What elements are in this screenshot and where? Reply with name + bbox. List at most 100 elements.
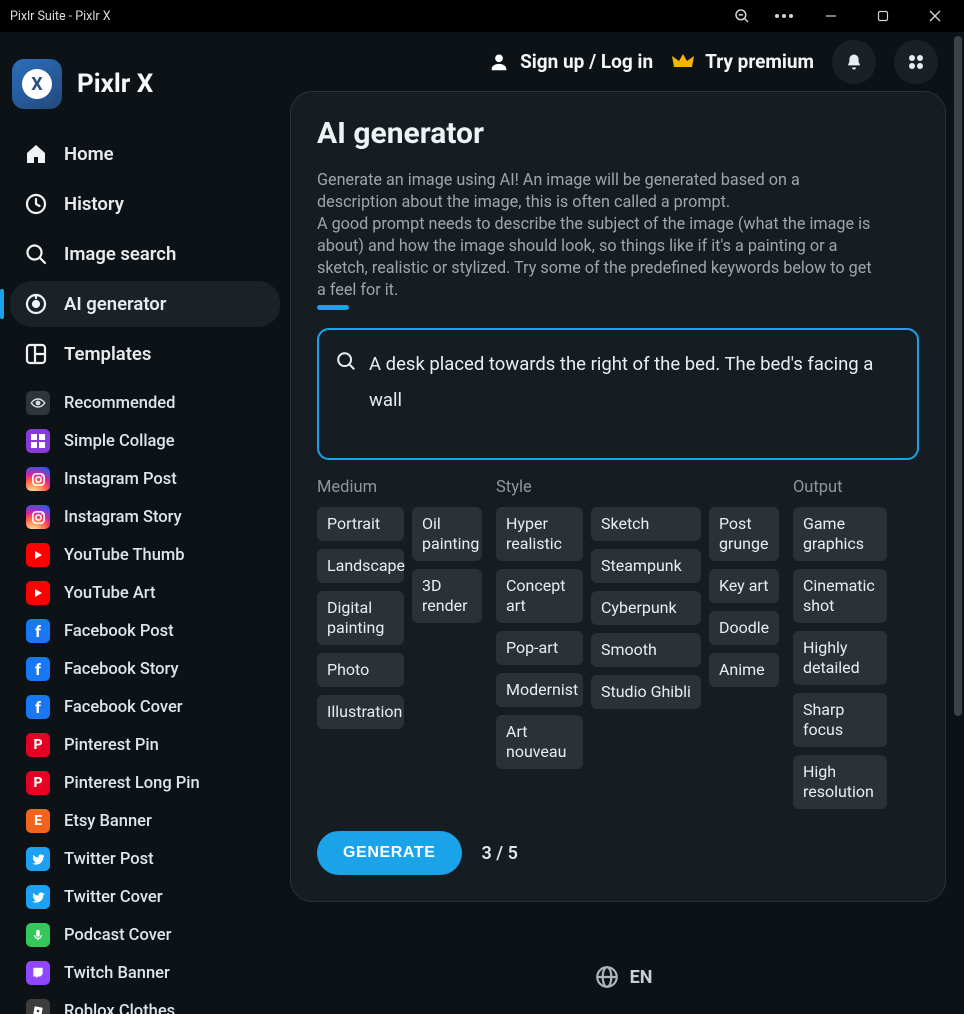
- template-item[interactable]: Twitch Banner: [20, 954, 280, 992]
- keyword-tag[interactable]: Sketch: [591, 507, 701, 541]
- tw-icon: [26, 847, 50, 871]
- template-label: YouTube Thumb: [64, 546, 185, 565]
- nav-item-label: Home: [64, 143, 114, 165]
- user-icon: [488, 51, 510, 73]
- keyword-tag[interactable]: Cinematic shot: [793, 569, 887, 623]
- template-item[interactable]: f Facebook Post: [20, 612, 280, 650]
- nav-item-home[interactable]: Home: [10, 131, 280, 177]
- prompt-input[interactable]: A desk placed towards the right of the b…: [317, 328, 919, 460]
- keyword-tag[interactable]: Sharp focus: [793, 693, 887, 747]
- keyword-tag[interactable]: Anime: [709, 653, 779, 687]
- keyword-tag[interactable]: Studio Ghibli: [591, 675, 701, 709]
- keyword-tag[interactable]: Photo: [317, 653, 404, 687]
- keyword-tag[interactable]: Post grunge: [709, 507, 779, 561]
- apps-button[interactable]: [894, 40, 938, 84]
- template-label: Facebook Cover: [64, 698, 183, 717]
- ig-icon: [26, 505, 50, 529]
- keyword-tag[interactable]: Highly detailed: [793, 631, 887, 685]
- keyword-tag[interactable]: Concept art: [496, 569, 583, 623]
- keyword-tag[interactable]: Game graphics: [793, 507, 887, 561]
- keyword-tag[interactable]: Smooth: [591, 633, 701, 667]
- template-item[interactable]: fFacebook Story: [20, 650, 280, 688]
- template-label: Roblox Clothes: [64, 1002, 175, 1014]
- nav-item-label: AI generator: [64, 293, 166, 315]
- keyword-tag[interactable]: Art nouveau: [496, 715, 583, 769]
- template-item[interactable]: Instagram Story: [20, 498, 280, 536]
- keyword-tag[interactable]: Doodle: [709, 611, 779, 645]
- template-item[interactable]: YouTube Thumb: [20, 536, 280, 574]
- tw-icon: [26, 885, 50, 909]
- template-item[interactable]: PPinterest Long Pin: [20, 764, 280, 802]
- template-label: Twitter Cover: [64, 888, 163, 907]
- template-item[interactable]: Simple Collage: [20, 422, 280, 460]
- template-item[interactable]: Roblox Clothes: [20, 992, 280, 1014]
- template-item[interactable]: Recommended: [20, 384, 280, 422]
- template-label: Twitter Post: [64, 850, 154, 869]
- keyword-tag[interactable]: High resolution: [793, 755, 887, 809]
- keyword-tag[interactable]: Cyberpunk: [591, 591, 701, 625]
- keyword-tag[interactable]: Hyper realistic: [496, 507, 583, 561]
- keyword-tag[interactable]: Key art: [709, 569, 779, 603]
- generate-button[interactable]: GENERATE: [317, 831, 462, 875]
- keyword-tag[interactable]: Oil painting: [412, 507, 482, 561]
- clock-icon: [24, 192, 48, 216]
- template-label: Facebook Story: [64, 660, 179, 679]
- nav-item-history[interactable]: History: [10, 181, 280, 227]
- template-item[interactable]: PPinterest Pin: [20, 726, 280, 764]
- notifications-button[interactable]: [832, 40, 876, 84]
- panel-description-2: A good prompt needs to describe the subj…: [317, 213, 877, 301]
- template-label: Recommended: [64, 394, 175, 413]
- keyword-tag[interactable]: Digital painting: [317, 591, 404, 645]
- apps-grid-icon: [907, 53, 925, 71]
- keyword-tag[interactable]: Modernist: [496, 673, 583, 707]
- keyword-tag[interactable]: Steampunk: [591, 549, 701, 583]
- template-label: Facebook Post: [64, 622, 174, 641]
- keyword-tag[interactable]: 3D render: [412, 569, 482, 623]
- template-label: Instagram Story: [64, 508, 182, 527]
- eye-icon: [26, 391, 50, 415]
- template-item[interactable]: Instagram Post: [20, 460, 280, 498]
- more-icon[interactable]: [766, 0, 802, 32]
- etsy-icon: E: [26, 809, 50, 833]
- keyword-tag[interactable]: Pop-art: [496, 631, 583, 665]
- sidebar: X Pixlr X Home History Image search AI gene…: [0, 33, 290, 1014]
- try-premium-link[interactable]: Try premium: [671, 50, 814, 73]
- mic-icon: [26, 923, 50, 947]
- ai-icon: [24, 292, 48, 316]
- zoom-out-icon[interactable]: [724, 0, 760, 32]
- template-item[interactable]: YouTube Art: [20, 574, 280, 612]
- template-item[interactable]: E Etsy Banner: [20, 802, 280, 840]
- yt-icon: [26, 581, 50, 605]
- maximize-button[interactable]: [860, 0, 906, 32]
- nav-item-ai-generator[interactable]: AI generator: [10, 281, 280, 327]
- nav-item-templates[interactable]: Templates: [10, 331, 280, 377]
- minimize-button[interactable]: [808, 0, 854, 32]
- template-label: Etsy Banner: [64, 812, 152, 831]
- close-button[interactable]: [912, 0, 958, 32]
- bell-icon: [844, 52, 864, 72]
- fb-icon: f: [26, 695, 50, 719]
- keyword-tag[interactable]: Landscape: [317, 549, 404, 583]
- twitch-icon: [26, 961, 50, 985]
- template-label: Podcast Cover: [64, 926, 171, 945]
- brand-name: Pixlr X: [77, 69, 153, 99]
- keyword-tag[interactable]: Portrait: [317, 507, 404, 541]
- fb-icon: f: [26, 619, 50, 643]
- signup-link[interactable]: Sign up / Log in: [488, 50, 653, 73]
- globe-icon: [594, 964, 620, 990]
- output-label: Output: [793, 478, 887, 497]
- keyword-tag[interactable]: Illustration: [317, 695, 404, 729]
- nav-item-label: Templates: [64, 343, 151, 365]
- template-item[interactable]: Podcast Cover: [20, 916, 280, 954]
- nav-item-label: Image search: [64, 243, 176, 265]
- brand[interactable]: X Pixlr X: [10, 55, 280, 127]
- template-label: Pinterest Long Pin: [64, 774, 200, 793]
- search-icon: [24, 242, 48, 266]
- grid-icon: [26, 429, 50, 453]
- template-item[interactable]: Twitter Cover: [20, 878, 280, 916]
- template-item[interactable]: Twitter Post: [20, 840, 280, 878]
- template-item[interactable]: f Facebook Cover: [20, 688, 280, 726]
- language-selector[interactable]: EN: [290, 920, 956, 1014]
- generation-count: 3 / 5: [482, 843, 518, 864]
- nav-item-image-search[interactable]: Image search: [10, 231, 280, 277]
